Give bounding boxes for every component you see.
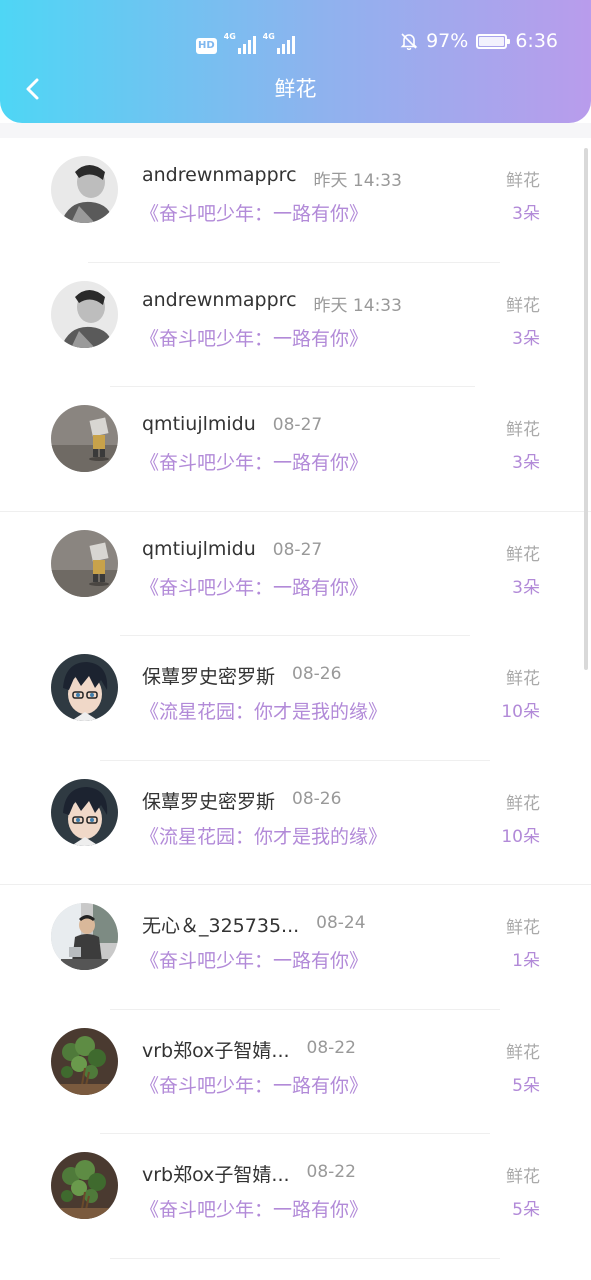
user-name: vrb郑ox子智婧... xyxy=(142,1039,290,1062)
list-item[interactable]: vrb郑ox子智婧... 08-22 《奋斗吧少年：一路有你》 鲜花 5朵 xyxy=(0,1134,591,1259)
gift-count: 3朵 xyxy=(512,328,540,349)
gift-type-label: 鲜花 xyxy=(506,1042,540,1063)
timestamp: 08-27 xyxy=(272,415,323,435)
gift-type-label: 鲜花 xyxy=(506,669,540,689)
gift-count: 1朵 xyxy=(512,951,540,971)
page-title: 鲜花 xyxy=(274,77,317,101)
avatar[interactable] xyxy=(51,778,118,846)
avatar[interactable] xyxy=(51,903,118,970)
gift-count: 10朵 xyxy=(501,702,540,722)
user-name: qmtiujlmidu xyxy=(142,413,256,435)
scrollbar[interactable] xyxy=(584,148,588,670)
gift-type-label: 鲜花 xyxy=(506,295,540,316)
clock: 6:36 xyxy=(515,30,558,52)
timestamp: 昨天 14:33 xyxy=(313,171,402,191)
show-title-link[interactable]: 《奋斗吧少年：一路有你》 xyxy=(140,199,368,226)
timestamp: 08-26 xyxy=(292,788,342,809)
timestamp: 08-24 xyxy=(316,913,366,933)
status-bar: HD 4G 4G 97% 6:36 xyxy=(0,28,591,60)
hd-badge: HD xyxy=(196,38,217,54)
show-title-link[interactable]: 《流星花园：你才是我的缘》 xyxy=(140,697,387,724)
avatar[interactable] xyxy=(51,1027,118,1095)
list-item[interactable]: andrewnmapprc 昨天 14:33 《奋斗吧少年：一路有你》 鲜花 3朵 xyxy=(0,138,591,263)
show-title-link[interactable]: 《奋斗吧少年：一路有你》 xyxy=(140,448,368,475)
gift-count: 10朵 xyxy=(501,826,540,847)
show-title-link[interactable]: 《奋斗吧少年：一路有你》 xyxy=(140,1071,368,1098)
list-item[interactable]: 保蕈罗史密罗斯 08-26 《流星花园：你才是我的缘》 鲜花 10朵 xyxy=(0,761,591,885)
timestamp: 昨天 14:33 xyxy=(313,295,402,316)
avatar[interactable] xyxy=(51,280,118,348)
gift-record-list[interactable]: andrewnmapprc 昨天 14:33 《奋斗吧少年：一路有你》 鲜花 3朵 and… xyxy=(0,123,591,1280)
mute-bell-icon xyxy=(400,32,418,51)
avatar[interactable] xyxy=(51,405,118,472)
gift-type-label: 鲜花 xyxy=(506,793,540,814)
list-item[interactable]: vrb郑ox子智婧... 08-22 《奋斗吧少年：一路有你》 鲜花 5朵 xyxy=(0,1010,591,1134)
avatar[interactable] xyxy=(51,156,118,223)
battery-icon xyxy=(476,33,511,49)
user-name: 保蕈罗史密罗斯 xyxy=(142,790,276,813)
show-title-link[interactable]: 《流星花园：你才是我的缘》 xyxy=(140,822,387,849)
battery-percent: 97% xyxy=(426,30,469,52)
timestamp: 08-27 xyxy=(272,539,323,560)
timestamp: 08-22 xyxy=(306,1162,356,1182)
show-title-link[interactable]: 《奋斗吧少年：一路有你》 xyxy=(140,946,368,973)
gift-type-label: 鲜花 xyxy=(506,1167,540,1187)
list-item[interactable]: qmtiujlmidu 08-27 《奋斗吧少年：一路有你》 鲜花 3朵 xyxy=(0,512,591,636)
user-name: vrb郑ox子智婧... xyxy=(142,1164,290,1186)
gift-count: 3朵 xyxy=(512,453,540,473)
list-item[interactable]: andrewnmapprc 昨天 14:33 《奋斗吧少年：一路有你》 鲜花 3朵 xyxy=(0,263,591,387)
user-name: andrewnmapprc xyxy=(142,164,297,186)
header-bar: HD 4G 4G 97% 6:36 鲜花 xyxy=(0,0,591,123)
gift-count: 3朵 xyxy=(512,577,540,598)
user-name: qmtiujlmidu xyxy=(142,537,256,560)
avatar[interactable] xyxy=(51,654,118,721)
avatar[interactable] xyxy=(51,529,118,597)
user-name: 无心＆_325735... xyxy=(142,915,300,937)
avatar[interactable] xyxy=(51,1152,118,1219)
show-title-link[interactable]: 《奋斗吧少年：一路有你》 xyxy=(140,324,368,351)
timestamp: 08-26 xyxy=(292,664,342,684)
gift-type-label: 鲜花 xyxy=(506,171,540,191)
divider xyxy=(110,1257,500,1259)
signal-icon: 4G xyxy=(224,32,256,54)
list-item[interactable]: 无心＆_325735... 08-24 《奋斗吧少年：一路有你》 鲜花 1朵 xyxy=(0,885,591,1010)
list-item[interactable]: qmtiujlmidu 08-27 《奋斗吧少年：一路有你》 鲜花 3朵 xyxy=(0,387,591,512)
gift-count: 5朵 xyxy=(512,1075,540,1096)
user-name: 保蕈罗史密罗斯 xyxy=(142,666,276,688)
gift-count: 3朵 xyxy=(512,204,540,224)
gift-type-label: 鲜花 xyxy=(506,420,540,440)
show-title-link[interactable]: 《奋斗吧少年：一路有你》 xyxy=(140,573,368,600)
gift-count: 5朵 xyxy=(512,1200,540,1220)
timestamp: 08-22 xyxy=(306,1037,356,1058)
show-title-link[interactable]: 《奋斗吧少年：一路有你》 xyxy=(140,1195,368,1222)
list-item[interactable]: 保蕈罗史密罗斯 08-26 《流星花园：你才是我的缘》 鲜花 10朵 xyxy=(0,636,591,761)
user-name: andrewnmapprc xyxy=(142,288,297,311)
gift-type-label: 鲜花 xyxy=(506,918,540,938)
signal-icon-2: 4G xyxy=(263,32,295,54)
gift-type-label: 鲜花 xyxy=(506,544,540,565)
